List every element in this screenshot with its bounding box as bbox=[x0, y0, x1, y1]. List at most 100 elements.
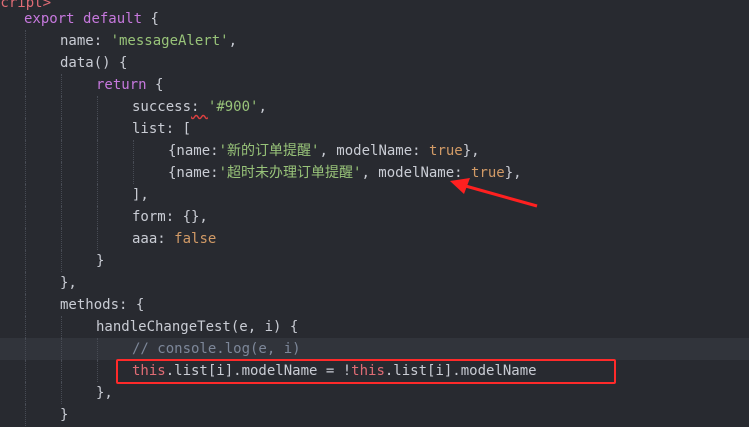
code-token: () { bbox=[93, 55, 128, 71]
code-token: , bbox=[228, 33, 238, 49]
indent-guide bbox=[61, 162, 62, 184]
code-token: #900 bbox=[216, 99, 251, 115]
indent-guide bbox=[97, 140, 98, 162]
indent-guide bbox=[61, 250, 62, 272]
code-token: form bbox=[132, 209, 166, 225]
code-line[interactable]: name: 'messageAlert', bbox=[0, 30, 749, 52]
indent-guide bbox=[61, 360, 62, 382]
indent-guide bbox=[25, 206, 26, 228]
code-text: aaa: false bbox=[132, 228, 216, 250]
code-line[interactable]: ], bbox=[0, 184, 749, 206]
indent-guide bbox=[25, 162, 26, 184]
indent-guide bbox=[25, 272, 26, 294]
code-line[interactable]: aaa: false bbox=[0, 228, 749, 250]
code-text: export default { bbox=[24, 8, 159, 30]
code-text: return { bbox=[96, 74, 163, 96]
code-token: handleChangeTest bbox=[96, 319, 231, 335]
code-line[interactable]: return { bbox=[0, 74, 749, 96]
code-text: list: [ bbox=[132, 118, 191, 140]
code-line[interactable]: form: {}, bbox=[0, 206, 749, 228]
code-line[interactable]: handleChangeTest(e, i) { bbox=[0, 316, 749, 338]
code-token: { bbox=[146, 77, 164, 93]
code-line[interactable]: {name:'超时未办理订单提醒', modelName: true}, bbox=[0, 162, 749, 184]
indent-guide bbox=[61, 184, 62, 206]
code-text: data() { bbox=[60, 52, 127, 74]
code-token: : bbox=[157, 231, 175, 247]
code-token: true bbox=[429, 143, 463, 159]
code-text: }, bbox=[96, 382, 113, 404]
code-token: list bbox=[132, 121, 166, 137]
code-token: success bbox=[132, 99, 192, 115]
code-token: }, bbox=[504, 165, 522, 181]
code-text: success: '#900', bbox=[132, 96, 267, 118]
code-line[interactable]: }, bbox=[0, 382, 749, 404]
code-token: false bbox=[174, 231, 217, 247]
code-text: name: 'messageAlert', bbox=[60, 30, 237, 52]
indent-guide bbox=[61, 382, 62, 404]
code-token: ], bbox=[132, 187, 149, 203]
code-token: {name: bbox=[168, 143, 219, 159]
code-line[interactable]: success: '#900', bbox=[0, 96, 749, 118]
indent-guide bbox=[25, 250, 26, 272]
code-text: {name:'超时未办理订单提醒', modelName: true}, bbox=[168, 162, 522, 184]
code-text: }, bbox=[60, 272, 77, 294]
indent-guide bbox=[97, 96, 98, 118]
indent-guide bbox=[25, 96, 26, 118]
indent-guide bbox=[25, 140, 26, 162]
code-line[interactable]: data() { bbox=[0, 52, 749, 74]
annotation-highlight-box bbox=[116, 359, 616, 384]
code-token: {name: bbox=[168, 165, 219, 181]
indent-guide bbox=[133, 140, 134, 162]
code-line[interactable]: export default { bbox=[0, 8, 749, 30]
code-token: }, bbox=[96, 385, 113, 401]
indent-guide bbox=[25, 316, 26, 338]
indent-guide bbox=[97, 338, 98, 360]
code-line[interactable]: } bbox=[0, 250, 749, 272]
code-token: { bbox=[142, 11, 159, 27]
code-token: data bbox=[60, 55, 94, 71]
code-text: // console.log(e, i) bbox=[132, 338, 301, 360]
indent-guide bbox=[25, 30, 26, 52]
indent-guide bbox=[25, 228, 26, 250]
code-text: } bbox=[96, 250, 104, 272]
code-token: }, bbox=[462, 143, 480, 159]
code-token: } bbox=[60, 407, 69, 423]
code-token: } bbox=[96, 253, 105, 269]
indent-guide bbox=[25, 118, 26, 140]
indent-guide bbox=[97, 162, 98, 184]
indent-guide bbox=[25, 52, 26, 74]
code-token: aaa bbox=[132, 231, 158, 247]
indent-guide bbox=[25, 294, 26, 316]
indent-guide bbox=[61, 96, 62, 118]
code-text: form: {}, bbox=[132, 206, 208, 228]
code-text: methods: { bbox=[60, 294, 144, 316]
indent-guide bbox=[61, 140, 62, 162]
code-text: } bbox=[60, 404, 68, 426]
indent-guide bbox=[97, 360, 98, 382]
indent-guide bbox=[25, 382, 26, 404]
code-token: : bbox=[191, 99, 208, 115]
code-line[interactable]: list: [ bbox=[0, 118, 749, 140]
code-line[interactable]: } bbox=[0, 404, 749, 426]
code-line[interactable]: methods: { bbox=[0, 294, 749, 316]
code-token: : bbox=[93, 33, 111, 49]
code-text: handleChangeTest(e, i) { bbox=[96, 316, 298, 338]
code-line[interactable]: // console.log(e, i) bbox=[0, 338, 749, 360]
code-line[interactable]: {name:'新的订单提醒', modelName: true}, bbox=[0, 140, 749, 162]
indent-guide bbox=[97, 206, 98, 228]
code-token: return bbox=[96, 77, 147, 93]
indent-guide bbox=[133, 162, 134, 184]
code-token: , modelName: bbox=[361, 165, 472, 181]
indent-guide bbox=[25, 360, 26, 382]
indent-guide bbox=[25, 74, 26, 96]
indent-guide bbox=[61, 228, 62, 250]
indent-guide bbox=[25, 338, 26, 360]
indent-guide bbox=[97, 184, 98, 206]
code-token: // console.log(e, i) bbox=[132, 341, 301, 357]
code-token: name bbox=[60, 33, 94, 49]
indent-guide bbox=[61, 118, 62, 140]
code-line[interactable]: }, bbox=[0, 272, 749, 294]
code-token: methods bbox=[60, 297, 120, 313]
indent-guide bbox=[25, 184, 26, 206]
